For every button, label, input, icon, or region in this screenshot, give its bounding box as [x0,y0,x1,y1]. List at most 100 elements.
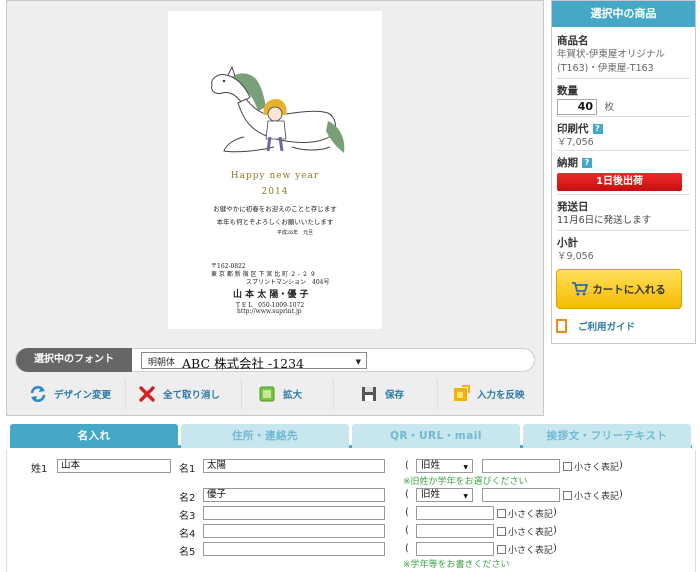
font-select-sample: ABC 株式会社 -1234 [182,356,304,371]
quantity-input[interactable]: 40 [557,99,597,115]
paren-close: ) [619,489,623,500]
save-icon [362,387,376,401]
given-name-4-input[interactable] [203,524,385,538]
given-name-5-label: 名5 [179,547,196,558]
delivery-row: 納期? 1日後出荷 [557,155,690,195]
paren-open: ( [405,507,409,518]
chevron-down-icon: ▼ [463,464,468,471]
given-name-5-input[interactable] [203,542,385,556]
checkbox-icon [563,491,572,500]
design-change-button[interactable]: デザイン変更 [29,379,111,409]
grade-note: ※学年等をお書きください [403,560,510,570]
card-date: 平成26年 元旦 [276,230,314,236]
apply-icon [454,385,470,401]
apply-input-label: 入力を反映 [477,390,525,401]
horse-illustration [211,65,345,153]
checkbox-icon [563,462,572,471]
paren-close: ) [553,525,557,536]
sidebar-title: 選択中の商品 [552,1,695,27]
user-guide-link[interactable]: ご利用ガイド [556,319,635,333]
undo-all-button[interactable]: 全て取り消し [125,379,220,409]
given-name-3-label: 名3 [179,511,196,522]
small-checkbox-5[interactable]: 小さく表記 [497,543,553,556]
given-name-2-label: 名2 [179,493,196,504]
product-name-label: 商品名 [557,35,589,47]
postcard-preview[interactable]: Happy new year 2014 お健やかに初春をお迎えのことと存じます … [168,11,382,329]
paren-open: ( [405,460,409,471]
surname-label: 姓1 [31,464,48,475]
product-sidebar: 選択中の商品 商品名 年賀状-伊東屋オリジナル(T163)・伊東屋-T163 数… [551,0,696,344]
user-guide-label: ご利用ガイド [578,322,636,333]
book-icon [556,319,567,333]
zoom-label: 拡大 [283,390,303,401]
toolbar: デザイン変更 全て取り消し 拡大 保存 入力を反映 [13,379,535,409]
old-name-select-2-value: 旧姓 [421,489,441,500]
old-name-text-1[interactable] [482,459,560,473]
small-checkbox-4[interactable]: 小さく表記 [497,525,553,538]
old-name-text-2[interactable] [482,488,560,502]
given-name-1-input[interactable]: 太陽 [203,459,385,473]
old-name-select-1-value: 旧姓 [421,460,441,471]
checkbox-icon [497,527,506,536]
card-greeting-line1: お健やかに初春をお迎えのことと存じます [213,205,337,213]
ship-date-value: 11月6日に発送します [557,215,652,226]
small-checkbox-2-label: 小さく表記 [574,492,620,502]
close-icon [139,386,155,402]
font-select-prefix: 明朝体 [148,358,176,368]
small-checkbox-5-label: 小さく表記 [508,546,554,556]
grade-text-5[interactable] [416,542,494,556]
product-name-row: 商品名 年賀状-伊東屋オリジナル(T163)・伊東屋-T163 [557,33,690,79]
small-checkbox-3[interactable]: 小さく表記 [497,507,553,520]
font-select[interactable]: 明朝体 ABC 株式会社 -1234 ▼ [141,352,367,371]
help-icon[interactable]: ? [582,157,592,168]
add-to-cart-button[interactable]: カートに入れる [556,269,682,309]
old-name-note: ※旧姓か学年をお選びください [403,477,528,487]
card-url: http://www.suprint.jp [237,308,302,315]
tab-greeting-text[interactable]: 挨拶文・フリーテキスト [523,424,691,448]
design-change-label: デザイン変更 [54,390,112,401]
refresh-icon [30,386,46,402]
old-name-select-1[interactable]: 旧姓 ▼ [416,459,473,473]
cart-icon [572,282,589,296]
print-fee-row: 印刷代? ￥7,056 [557,121,690,151]
delivery-badge: 1日後出荷 [557,173,682,191]
small-checkbox-3-label: 小さく表記 [508,510,554,520]
undo-all-label: 全て取り消し [163,390,221,401]
card-greeting-line2: 本年も何とぞよろしくお願いいたします [216,218,334,226]
save-button[interactable]: 保存 [333,379,404,409]
grade-text-3[interactable] [416,506,494,520]
product-name-value: 年賀状-伊東屋オリジナル(T163)・伊東屋-T163 [557,49,665,74]
small-checkbox-1-label: 小さく表記 [574,463,620,473]
tab-name[interactable]: 名入れ [10,424,178,448]
card-year: 2014 [261,187,289,197]
tab-address[interactable]: 住所・連絡先 [181,424,349,448]
input-tabs: 名入れ 住所・連絡先 QR・URL・mail 挨拶文・フリーテキスト [10,424,692,448]
paren-close: ) [553,507,557,518]
small-checkbox-1[interactable]: 小さく表記 [563,460,619,473]
print-fee-value: ￥7,056 [557,137,594,148]
ship-date-row: 発送日 11月6日に発送します [557,199,690,231]
subtotal-label: 小計 [557,237,578,249]
save-label: 保存 [385,390,405,401]
zoom-button[interactable]: 拡大 [241,379,302,409]
preview-panel: Happy new year 2014 お健やかに初春をお迎えのことと存じます … [6,0,544,416]
font-bar-label: 選択中のフォント [16,348,132,372]
surname-input[interactable]: 山本 [57,459,171,473]
subtotal-row: 小計 ￥9,056 [557,235,690,263]
tab-qr-url-mail[interactable]: QR・URL・mail [352,424,520,448]
grade-text-4[interactable] [416,524,494,538]
quantity-row: 数量 40 枚 [557,83,690,117]
help-icon[interactable]: ? [592,123,603,134]
given-name-1-label: 名1 [179,464,196,475]
paren-open: ( [405,525,409,536]
name-form: 姓1 山本 名1 太陽 ( 旧姓 ▼ 小さく表記 ) ※旧姓か学年をお選びください… [6,450,696,572]
apply-input-button[interactable]: 入力を反映 [437,379,525,409]
card-address2: スプリントマンション 404号 [246,279,330,286]
print-fee-label: 印刷代 [557,123,589,135]
given-name-3-input[interactable] [203,506,385,520]
old-name-select-2[interactable]: 旧姓 ▼ [416,488,473,502]
small-checkbox-2[interactable]: 小さく表記 [563,489,619,502]
given-name-2-input[interactable]: 優子 [203,488,385,502]
font-bar: 選択中のフォント 明朝体 ABC 株式会社 -1234 ▼ [15,348,535,372]
quantity-unit: 枚 [604,102,615,113]
